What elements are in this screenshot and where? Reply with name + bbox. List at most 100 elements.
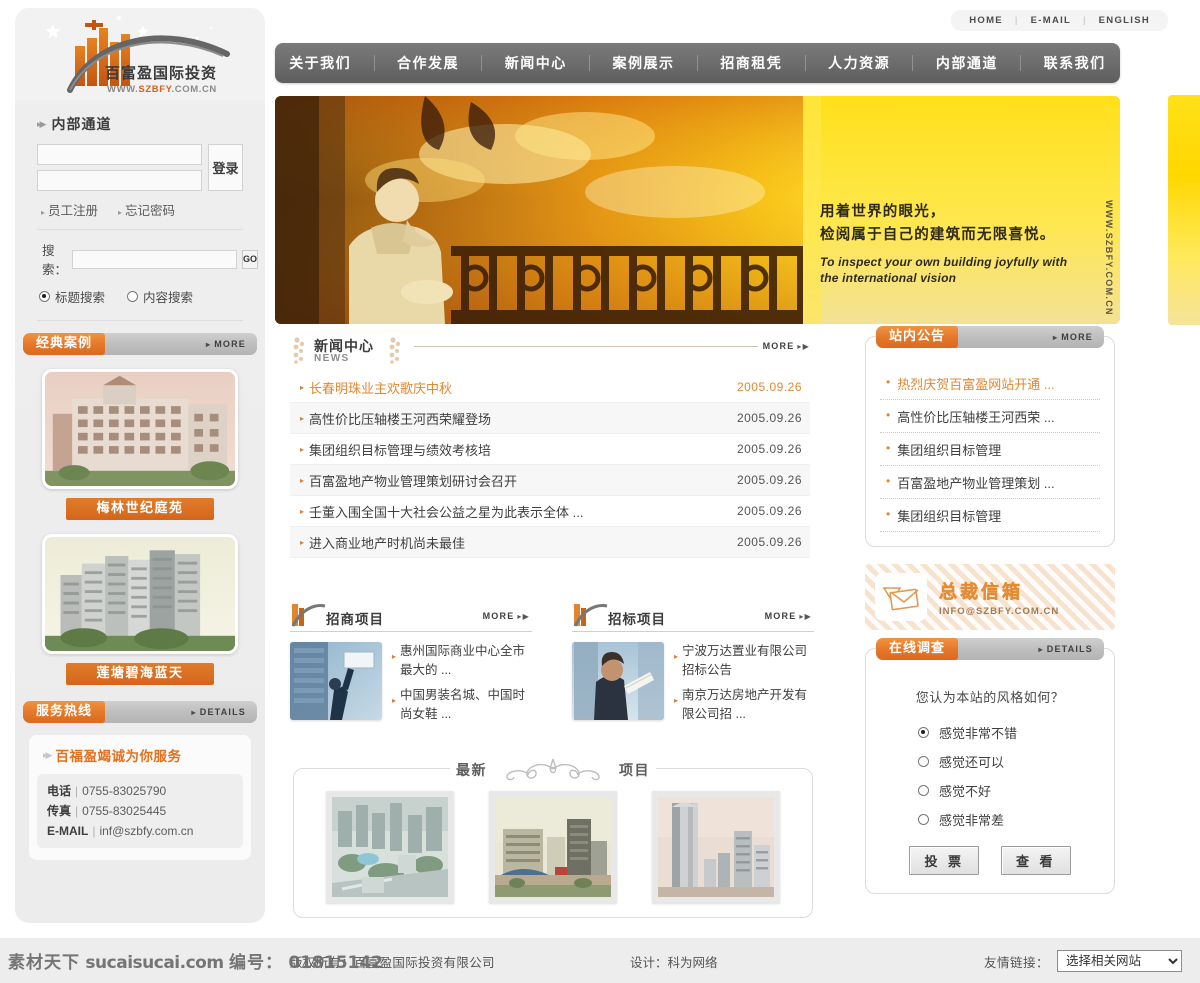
hotline-phone: 电话 | 0755-83025790 [47,784,167,798]
notices-more[interactable]: ▸ MORE [1053,326,1093,349]
radio-icon [918,756,929,767]
news-row[interactable]: ▸ 壬董入围全国十大社会公益之星为此表示全体 ... 2005.09.26 [290,496,810,527]
envelope-icon [882,587,919,611]
case-caption-2[interactable]: 莲塘碧海蓝天 [66,663,214,685]
mail-icon-wrap [875,573,927,621]
nav-item-contact[interactable]: 联系我们 [1038,53,1112,73]
login-button[interactable]: 登录 [208,144,243,191]
nav-item-news[interactable]: 新闻中心 [499,53,573,73]
bullet-icon: • [886,507,891,521]
view-results-button[interactable]: 查 看 [1001,846,1071,875]
nav-divider [1020,55,1022,71]
poll-option-4[interactable]: 感觉非常差 [880,805,1100,834]
poll-box: 在线调查 ▸ DETAILS 您认为本站的风格如何？ 感觉非常不错 感觉还可以 感… [865,638,1115,894]
case-caption-1[interactable]: 梅林世纪庭苑 [66,498,214,520]
latest-photo-complex [494,797,611,897]
watermark-id-label: 编号： [228,953,283,973]
list-item[interactable]: ▸ 南京万达房地产开发有限公司招 ... [674,686,814,724]
classic-cases-more[interactable]: ▸ MORE [206,333,246,356]
investment-thumb-photo [290,642,382,720]
news-row[interactable]: ▸ 长春明珠业主欢歌庆中秋 2005.09.26 [290,372,810,403]
logo[interactable]: 百富盈国际投资 WWW.SZBFY.COM.CN [15,8,265,100]
latest-project-2[interactable] [488,791,617,903]
hotline-card: ▸▶ 百福盈竭诚为你服务 电话 | 0755-83025790 传真 | 0755-83… [29,735,251,860]
radio-content-search[interactable]: 内容搜索 [127,287,193,306]
link-english[interactable]: ENGLISH [1099,15,1150,26]
page-root: 百富盈国际投资 WWW.SZBFY.COM.CN ▸▶ 内部通道 登录 ▸ 员工注… [0,0,1200,983]
mail-text: 总裁信箱 INFO@SZBFY.COM.CN [939,578,1059,616]
news-more-link[interactable]: MORE ▸▶ [763,341,810,351]
link-home[interactable]: HOME [969,15,1003,26]
bullet-icon: ▸ [674,652,679,661]
nav-item-leasing[interactable]: 招商租凭 [714,53,788,73]
notice-row[interactable]: • 集团组织目标管理 [880,499,1100,532]
news-date: 2005.09.26 [736,380,802,394]
nav-item-hr[interactable]: 人力资源 [822,53,896,73]
news-row[interactable]: ▸ 百富盈地产物业管理策划研讨会召开 2005.09.26 [290,465,810,496]
poll-option-1[interactable]: 感觉非常不错 [880,718,1100,747]
hotline-slogan-row: ▸▶ 百福盈竭诚为你服务 [37,745,243,765]
news-row[interactable]: ▸ 高性价比压轴楼王河西荣耀登场 2005.09.26 [290,403,810,434]
bidding-projects: 招标项目 MORE ▸▶ ▸ 宁波万达置业有限公司招标公告 ▸ 南京万达房地产开… [572,602,814,730]
nav-item-about[interactable]: 关于我们 [283,53,357,73]
poll-details[interactable]: ▸ DETAILS [1039,638,1093,661]
news-row[interactable]: ▸ 进入商业地产时机尚未最佳 2005.09.26 [290,527,810,558]
bullet-icon: ▸ [1052,333,1059,342]
latest-project-3[interactable] [652,791,781,903]
search-scope-radios: 标题搜索 内容搜索 [29,278,251,306]
radio-title-search[interactable]: 标题搜索 [39,287,105,306]
nav-divider [481,55,483,71]
list-item[interactable]: ▸ 中国男装名城、中国时尚女鞋 ... [392,686,532,724]
divider [37,320,243,321]
login-sublinks: ▸ 员工注册 ▸ 忘记密码 [29,191,251,219]
friendly-links-select[interactable]: 选择相关网站 [1057,950,1182,972]
case-photo-highrise [45,537,235,651]
username-input[interactable] [37,144,202,165]
notice-row[interactable]: • 百富盈地产物业管理策划 ... [880,466,1100,499]
president-mailbox-banner[interactable]: 总裁信箱 INFO@SZBFY.COM.CN [865,564,1115,630]
latest-project-1[interactable] [325,791,454,903]
forgot-password-link[interactable]: ▸ 忘记密码 [118,200,175,219]
case-image-2[interactable] [42,534,238,654]
search-input[interactable] [72,249,237,269]
banner-line-1: 用着世界的眼光， [820,204,946,220]
radio-icon-selected [39,291,50,302]
separator: | [1082,15,1087,26]
nav-item-internal[interactable]: 内部通道 [930,53,1004,73]
chevron-right-icon: ▸▶ [799,612,812,621]
bidding-projects-more[interactable]: MORE ▸▶ [765,611,812,621]
list-item[interactable]: ▸ 宁波万达置业有限公司招标公告 [674,642,814,680]
case-image-1[interactable] [42,369,238,489]
link-email[interactable]: E-MAIL [1031,15,1071,26]
list-item[interactable]: ▸ 惠州国际商业中心全市最大的 ... [392,642,532,680]
hotline-contact-box: 电话 | 0755-83025790 传真 | 0755-83025445 E-MAIL… [37,774,243,848]
poll-option-3[interactable]: 感觉不好 [880,776,1100,805]
banner-overflow-strip [1168,95,1200,325]
news-row[interactable]: ▸ 集团组织目标管理与绩效考核培 2005.09.26 [290,434,810,465]
bidding-projects-header: 招标项目 MORE ▸▶ [572,602,814,632]
notice-row[interactable]: • 高性价比压轴楼王河西荣 ... [880,400,1100,433]
investment-projects-more[interactable]: MORE ▸▶ [483,611,530,621]
news-date: 2005.09.26 [736,473,802,487]
service-hotline-details[interactable]: ▸ DETAILS [192,701,246,724]
hotline-fax: 传真 | 0755-83025445 [47,804,167,818]
notice-row[interactable]: • 热烈庆贺百富盈网站开通 ... [880,367,1100,400]
poll-option-2[interactable]: 感觉还可以 [880,747,1100,776]
banner-line-2: 检阅属于自己的建筑而无限喜悦。 [820,227,1056,243]
investment-links: ▸ 惠州国际商业中心全市最大的 ... ▸ 中国男装名城、中国时尚女鞋 ... [392,642,532,730]
search-go-button[interactable]: GO [242,249,259,269]
vote-button[interactable]: 投 票 [909,846,979,875]
news-title: 高性价比压轴楼王河西荣耀登场 [309,411,492,427]
hero-banner[interactable]: 用着世界的眼光， 检阅属于自己的建筑而无限喜悦。 To inspect your… [275,96,1120,324]
news-title: 壬董入围全国十大社会公益之星为此表示全体 ... [309,504,584,520]
bidding-thumb-photo [572,642,664,720]
chevron-right-icon: ▸▶ [517,612,530,621]
register-link[interactable]: ▸ 员工注册 [41,200,98,219]
notice-row[interactable]: • 集团组织目标管理 [880,433,1100,466]
nav-divider [804,55,806,71]
news-date: 2005.09.26 [736,411,802,425]
password-input[interactable] [37,170,202,191]
nav-item-cases[interactable]: 案例展示 [607,53,681,73]
nav-item-cooperation[interactable]: 合作发展 [391,53,465,73]
bullet-icon: ▸ [392,696,397,705]
